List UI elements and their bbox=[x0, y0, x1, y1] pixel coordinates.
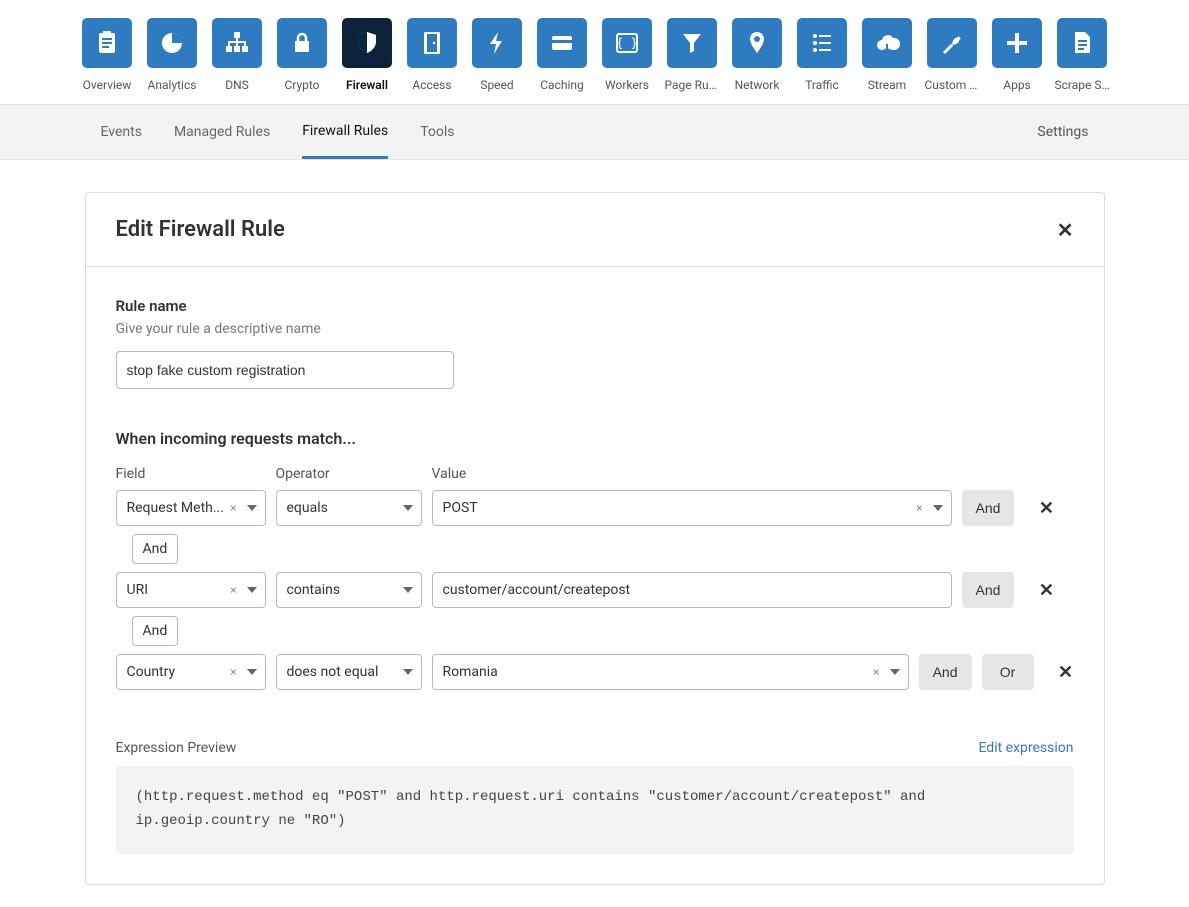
chevron-down-icon bbox=[247, 505, 257, 511]
nav-label: Page Rules bbox=[665, 78, 720, 92]
chevron-down-icon bbox=[403, 669, 413, 675]
chevron-down-icon bbox=[890, 669, 900, 675]
nav-label: Access bbox=[412, 78, 451, 92]
match-heading: When incoming requests match... bbox=[116, 429, 1074, 448]
nav-apps[interactable]: Apps bbox=[992, 18, 1042, 92]
nav-label: Scrape Shi... bbox=[1055, 78, 1110, 92]
rule-name-input[interactable] bbox=[116, 351, 454, 389]
nav-crypto[interactable]: Crypto bbox=[277, 18, 327, 92]
topnav: Overview Analytics DNS Crypto Firewall Access… bbox=[0, 0, 1189, 105]
clear-icon[interactable]: × bbox=[916, 501, 922, 515]
clear-icon[interactable]: × bbox=[873, 665, 879, 679]
nav-label: Overview bbox=[83, 78, 132, 92]
and-button[interactable]: And bbox=[962, 572, 1015, 608]
rule-row: Country× does not equal Romania× And Or ✕ bbox=[116, 654, 1074, 690]
nav-caching[interactable]: Caching bbox=[537, 18, 587, 92]
nav-stream[interactable]: Stream bbox=[862, 18, 912, 92]
rule-row: URI× contains customer/account/createpost A… bbox=[116, 572, 1074, 608]
nav-customp[interactable]: Custom P... bbox=[927, 18, 977, 92]
col-field: Field bbox=[116, 466, 266, 482]
tab-tools[interactable]: Tools bbox=[420, 107, 454, 157]
chevron-down-icon bbox=[933, 505, 943, 511]
operator-select[interactable]: does not equal bbox=[276, 654, 422, 690]
nav-label: Traffic bbox=[805, 78, 839, 92]
close-icon[interactable]: ✕ bbox=[1057, 218, 1074, 242]
or-button[interactable]: Or bbox=[982, 654, 1034, 690]
settings-link[interactable]: Settings bbox=[1037, 124, 1088, 140]
join-and-pill[interactable]: And bbox=[132, 616, 179, 646]
nav-label: Network bbox=[735, 78, 780, 92]
col-operator: Operator bbox=[276, 466, 422, 482]
nav-label: DNS bbox=[225, 78, 249, 92]
nav-access[interactable]: Access bbox=[407, 18, 457, 92]
page-title: Edit Firewall Rule bbox=[116, 217, 285, 242]
nav-label: Workers bbox=[605, 78, 649, 92]
rule-row: Request Meth...× equals POST× And ✕ bbox=[116, 490, 1074, 526]
value-select[interactable]: POST× bbox=[432, 490, 952, 526]
nav-label: Custom P... bbox=[925, 78, 980, 92]
subnav: Events Managed Rules Firewall Rules Tools Se… bbox=[0, 105, 1189, 160]
tab-events[interactable]: Events bbox=[101, 107, 142, 157]
and-button[interactable]: And bbox=[962, 490, 1015, 526]
nav-label: Speed bbox=[480, 78, 513, 92]
expression-preview: (http.request.method eq "POST" and http.… bbox=[116, 766, 1074, 854]
and-button[interactable]: And bbox=[919, 654, 972, 690]
chevron-down-icon bbox=[403, 587, 413, 593]
chevron-down-icon bbox=[247, 669, 257, 675]
nav-scrape[interactable]: Scrape Shi... bbox=[1057, 18, 1107, 92]
nav-overview[interactable]: Overview bbox=[82, 18, 132, 92]
remove-row-icon[interactable]: ✕ bbox=[1058, 662, 1074, 683]
tab-firewall[interactable]: Firewall Rules bbox=[302, 106, 388, 159]
nav-pagerules[interactable]: Page Rules bbox=[667, 18, 717, 92]
remove-row-icon[interactable]: ✕ bbox=[1038, 498, 1054, 519]
rule-name-label: Rule name bbox=[116, 297, 1074, 315]
chevron-down-icon bbox=[247, 587, 257, 593]
nav-label: Stream bbox=[868, 78, 906, 92]
field-select[interactable]: Request Meth...× bbox=[116, 490, 266, 526]
edit-expression-link[interactable]: Edit expression bbox=[978, 740, 1073, 756]
value-select[interactable]: Romania× bbox=[432, 654, 909, 690]
nav-dns[interactable]: DNS bbox=[212, 18, 262, 92]
nav-workers[interactable]: Workers bbox=[602, 18, 652, 92]
rule-name-help: Give your rule a descriptive name bbox=[116, 321, 1074, 337]
nav-label: Analytics bbox=[148, 78, 197, 92]
field-select[interactable]: URI× bbox=[116, 572, 266, 608]
remove-row-icon[interactable]: ✕ bbox=[1038, 580, 1054, 601]
expression-preview-label: Expression Preview bbox=[116, 740, 237, 756]
value-select[interactable]: customer/account/createpost bbox=[432, 572, 952, 608]
clear-icon[interactable]: × bbox=[230, 501, 236, 515]
nav-label: Apps bbox=[1003, 78, 1031, 92]
nav-label: Caching bbox=[540, 78, 584, 92]
chevron-down-icon bbox=[403, 505, 413, 511]
nav-firewall[interactable]: Firewall bbox=[342, 18, 392, 92]
operator-select[interactable]: contains bbox=[276, 572, 422, 608]
firewall-rule-panel: Edit Firewall Rule ✕ Rule name Give your… bbox=[85, 192, 1105, 885]
nav-network[interactable]: Network bbox=[732, 18, 782, 92]
nav-label: Firewall bbox=[346, 78, 388, 92]
operator-select[interactable]: equals bbox=[276, 490, 422, 526]
col-value: Value bbox=[432, 466, 1074, 482]
tab-managed[interactable]: Managed Rules bbox=[174, 107, 270, 157]
field-select[interactable]: Country× bbox=[116, 654, 266, 690]
nav-label: Crypto bbox=[284, 78, 319, 92]
clear-icon[interactable]: × bbox=[230, 665, 236, 679]
nav-traffic[interactable]: Traffic bbox=[797, 18, 847, 92]
nav-analytics[interactable]: Analytics bbox=[147, 18, 197, 92]
join-and-pill[interactable]: And bbox=[132, 534, 179, 564]
clear-icon[interactable]: × bbox=[230, 583, 236, 597]
nav-speed[interactable]: Speed bbox=[472, 18, 522, 92]
